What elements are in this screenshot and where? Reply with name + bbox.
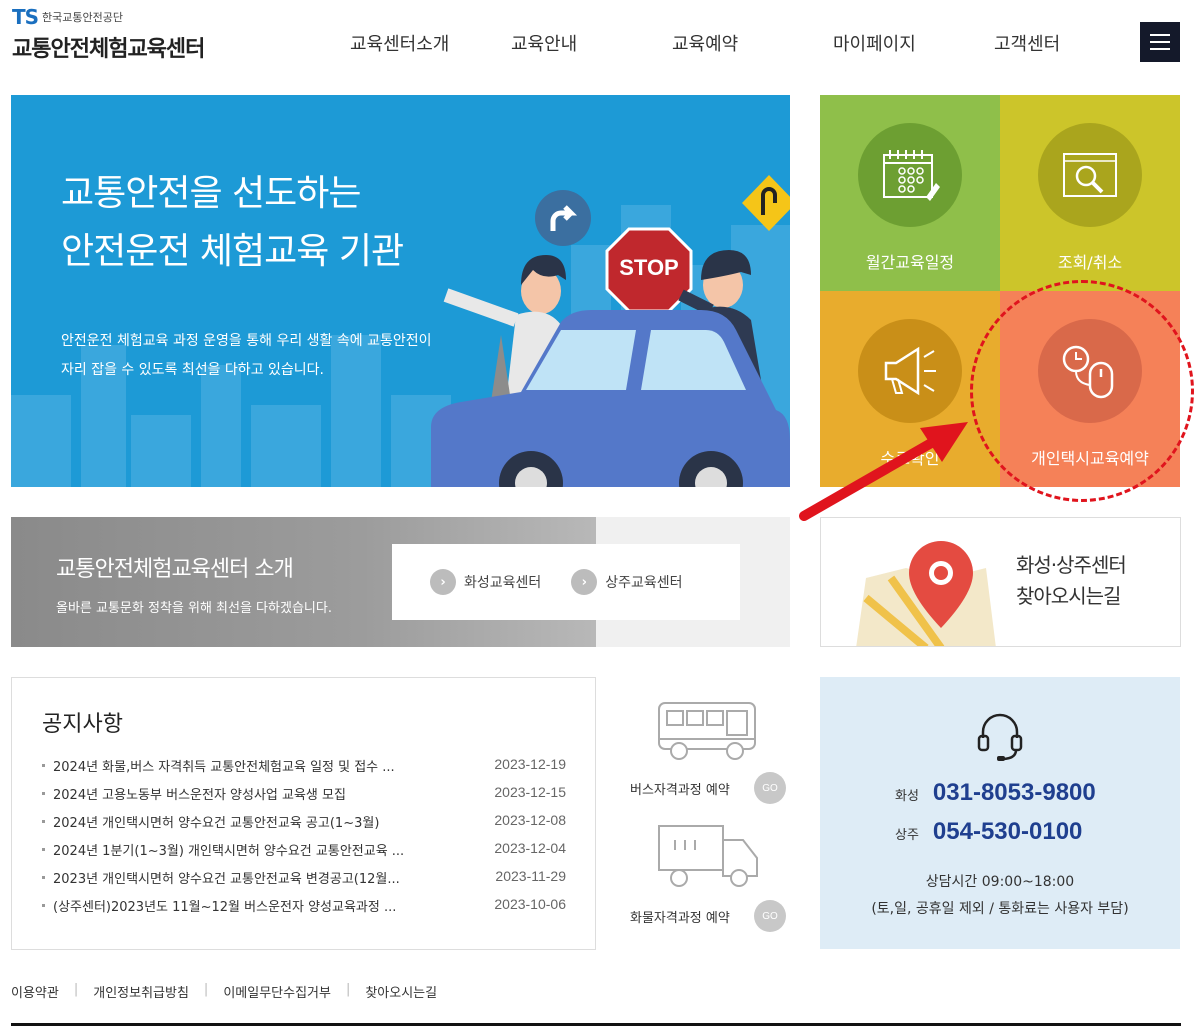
hwaseong-label: 화성 bbox=[895, 789, 919, 804]
annotation-arrow-icon bbox=[799, 422, 968, 521]
quick-label: 조회/취소 bbox=[1057, 253, 1123, 272]
center-links: › 화성교육센터 › 상주교육센터 bbox=[392, 544, 740, 620]
footer-terms-link[interactable]: 이용약관 bbox=[11, 982, 59, 1001]
footer-email-refusal-link[interactable]: 이메일무단수집거부 bbox=[223, 982, 331, 1001]
list-item[interactable]: 2024년 개인택시면허 양수요건 교통안전교육 공고(1~3월) 2023-12… bbox=[42, 812, 566, 840]
hamburger-icon bbox=[1150, 34, 1170, 36]
notice-board: 공지사항 2024년 화물,버스 자격취득 교통안전체험교육 일정 및 접수 .… bbox=[11, 677, 596, 950]
map-pin-icon bbox=[856, 541, 996, 646]
quick-monthly-schedule[interactable]: 월간교육일정 bbox=[820, 95, 1000, 291]
quick-label: 월간교육일정 bbox=[865, 253, 955, 272]
contact-box: 화성 031-8053-9800 상주 054-530-0100 상담시간 09… bbox=[820, 677, 1180, 949]
sangju-phone-row: 상주 054-530-0100 bbox=[895, 818, 1082, 846]
bus-course-label: 버스자격과정 예약 bbox=[630, 783, 730, 798]
truck-go-button[interactable]: GO bbox=[754, 900, 786, 932]
nav-item-support[interactable]: 고객센터 bbox=[994, 30, 1155, 56]
footer-links: 이용약관 | 개인정보취급방침 | 이메일무단수집거부 | 찾아오시는길 bbox=[11, 982, 438, 1001]
hero-description: 안전운전 체험교육 과정 운영을 통해 우리 생활 속에 교통안전이 자리 잡을… bbox=[61, 333, 432, 378]
intro-title: 교통안전체험교육센터 소개 bbox=[56, 557, 294, 582]
site-name: 교통안전체험교육센터 bbox=[12, 37, 205, 62]
chevron-right-icon: › bbox=[430, 569, 456, 595]
sangju-phone[interactable]: 054-530-0100 bbox=[933, 818, 1082, 846]
nav-item-reservation[interactable]: 교육예약 bbox=[672, 30, 833, 56]
chevron-right-icon: › bbox=[571, 569, 598, 595]
center-intro-banner: 교통안전체험교육센터 소개 올바른 교통문화 정착을 위해 최선을 다하겠습니다… bbox=[11, 517, 790, 647]
notice-title[interactable]: 공지사항 bbox=[42, 706, 123, 738]
bus-icon bbox=[658, 702, 756, 760]
stop-sign-label: STOP bbox=[619, 255, 679, 280]
list-item[interactable]: 2024년 1분기(1~3월) 개인택시면허 양수요건 교통안전교육 ... 20… bbox=[42, 840, 566, 868]
intro-subtitle: 올바른 교통문화 정착을 위해 최선을 다하겠습니다. bbox=[56, 601, 332, 616]
hero-title: 교통안전을 선도하는 안전운전 체험교육 기관 bbox=[61, 173, 404, 272]
search-window-icon bbox=[1038, 123, 1142, 227]
directions-box[interactable]: 화성·상주센터 찾아오시는길 bbox=[820, 517, 1181, 647]
calendar-icon bbox=[858, 123, 962, 227]
hwaseong-center-link[interactable]: › 화성교육센터 bbox=[430, 569, 541, 595]
main-nav: 교육센터소개 교육안내 교육예약 마이페이지 고객센터 bbox=[350, 30, 1155, 56]
truck-course-label: 화물자격과정 예약 bbox=[630, 911, 730, 926]
site-header: TS 한국교통안전공단 교통안전체험교육센터 교육센터소개 교육안내 교육예약 … bbox=[0, 0, 1202, 80]
nav-item-about[interactable]: 교육센터소개 bbox=[350, 30, 511, 56]
consult-hours: 상담시간 09:00~18:00 (토,일, 공휴일 제외 / 통화료는 사용자… bbox=[871, 874, 1129, 917]
footer-directions-link[interactable]: 찾아오시는길 bbox=[365, 982, 437, 1001]
megaphone-icon bbox=[858, 319, 962, 423]
site-logo[interactable]: TS 한국교통안전공단 교통안전체험교육센터 bbox=[12, 5, 205, 63]
footer-privacy-link[interactable]: 개인정보취급방침 bbox=[93, 982, 189, 1001]
nav-item-mypage[interactable]: 마이페이지 bbox=[833, 30, 994, 56]
footer-divider bbox=[11, 1023, 1181, 1026]
hero-banner: 교통안전을 선도하는 안전운전 체험교육 기관 안전운전 체험교육 과정 운영을… bbox=[11, 95, 790, 487]
sangju-label: 상주 bbox=[895, 828, 919, 843]
hero-illustration bbox=[11, 175, 790, 487]
headset-icon bbox=[977, 713, 1023, 761]
truck-icon bbox=[658, 825, 758, 887]
quick-inquiry-cancel[interactable]: 조회/취소 bbox=[1000, 95, 1180, 291]
list-item[interactable]: 2024년 고용노동부 버스운전자 양성사업 교육생 모집 2023-12-15 bbox=[42, 784, 566, 812]
list-item[interactable]: (상주센터)2023년도 11월~12월 버스운전자 양성교육과정 ... 202… bbox=[42, 896, 566, 924]
hamburger-menu-button[interactable] bbox=[1140, 22, 1180, 62]
sangju-center-link[interactable]: › 상주교육센터 bbox=[571, 569, 683, 595]
nav-item-guide[interactable]: 교육안내 bbox=[511, 30, 672, 56]
bus-go-button[interactable]: GO bbox=[754, 772, 786, 804]
hwaseong-phone[interactable]: 031-8053-9800 bbox=[933, 779, 1096, 807]
list-item[interactable]: 2023년 개인택시면허 양수요건 교통안전교육 변경공고(12월... 2023… bbox=[42, 868, 566, 896]
list-item[interactable]: 2024년 화물,버스 자격취득 교통안전체험교육 일정 및 접수 ... 202… bbox=[42, 756, 566, 784]
directions-line1: 화성·상주센터 bbox=[1016, 553, 1127, 577]
logo-mark: TS bbox=[12, 5, 39, 29]
org-name: 한국교통안전공단 bbox=[42, 11, 124, 24]
notice-list: 2024년 화물,버스 자격취득 교통안전체험교육 일정 및 접수 ... 202… bbox=[42, 756, 566, 924]
directions-line2: 찾아오시는길 bbox=[1016, 584, 1121, 608]
highlight-annotation bbox=[970, 280, 1194, 502]
hwaseong-phone-row: 화성 031-8053-9800 bbox=[895, 779, 1096, 807]
